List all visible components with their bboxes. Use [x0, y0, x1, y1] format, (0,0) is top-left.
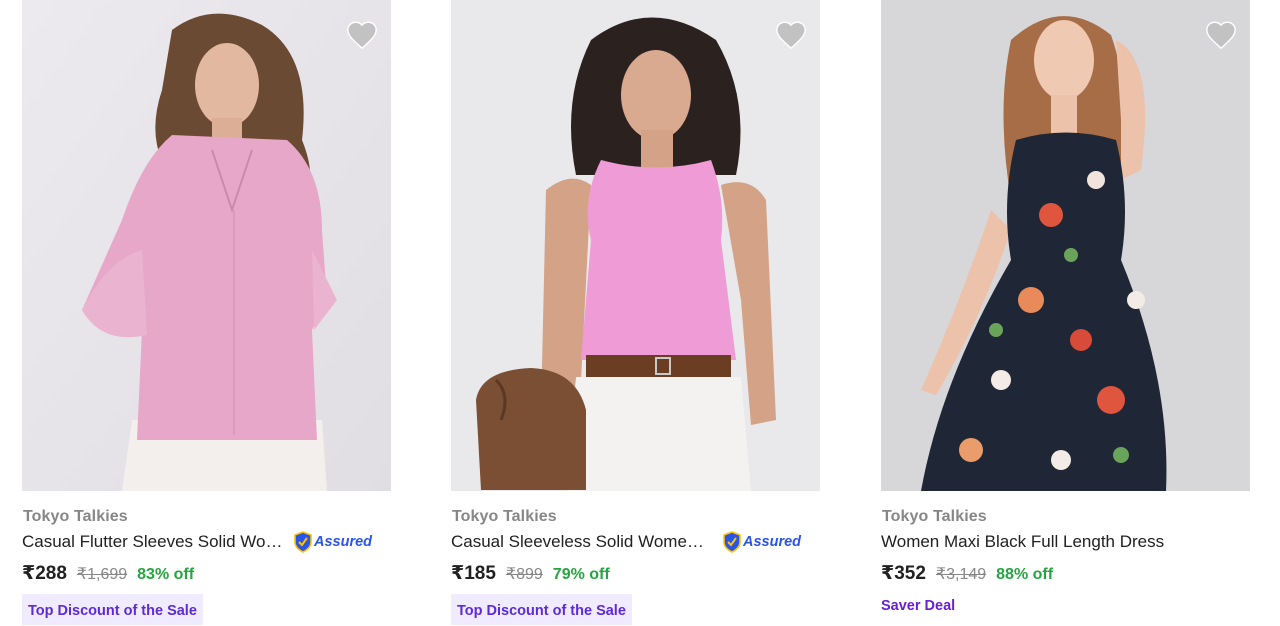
price-row: ₹288 ₹1,699 83% off [22, 562, 194, 586]
brand-name: Tokyo Talkies [452, 508, 557, 525]
shield-icon [723, 531, 741, 553]
original-price: ₹899 [505, 566, 543, 583]
discount-percent: 88% off [996, 566, 1054, 583]
product-title[interactable]: Casual Sleeveless Solid Women Pink Top [451, 532, 713, 552]
brand-name: Tokyo Talkies [23, 508, 128, 525]
deal-tag: Top Discount of the Sale [451, 594, 632, 625]
product-image[interactable] [881, 0, 1250, 491]
shield-icon [294, 531, 312, 553]
discount-percent: 83% off [137, 566, 195, 583]
selling-price: ₹352 [881, 563, 926, 584]
brand-name: Tokyo Talkies [882, 508, 987, 525]
pink-tank-top-photo [451, 0, 820, 491]
title-row: Casual Flutter Sleeves Solid Women Pink … [22, 530, 372, 554]
title-row: Women Maxi Black Full Length Dress [881, 530, 1164, 554]
price-row: ₹185 ₹899 79% off [451, 562, 610, 586]
deal-tag: Saver Deal [881, 598, 956, 614]
pink-top-photo [22, 0, 391, 491]
product-title[interactable]: Casual Flutter Sleeves Solid Women Pink … [22, 532, 284, 552]
product-card[interactable]: Tokyo Talkies Women Maxi Black Full Leng… [881, 0, 1251, 614]
product-grid: Tokyo Talkies Casual Flutter Sleeves Sol… [0, 0, 1280, 626]
assured-label: Assured [314, 534, 373, 550]
wishlist-heart-icon[interactable] [774, 18, 808, 52]
price-row: ₹352 ₹3,149 88% off [881, 562, 1053, 586]
product-card[interactable]: Tokyo Talkies Casual Sleeveless Solid Wo… [451, 0, 821, 625]
product-image[interactable] [22, 0, 391, 491]
wishlist-heart-icon[interactable] [1204, 18, 1238, 52]
assured-badge: Assured [293, 531, 372, 553]
title-row: Casual Sleeveless Solid Women Pink Top A… [451, 530, 801, 554]
product-card[interactable]: Tokyo Talkies Casual Flutter Sleeves Sol… [22, 0, 392, 625]
floral-maxi-dress-photo [881, 0, 1250, 491]
assured-label: Assured [743, 534, 802, 550]
original-price: ₹3,149 [935, 566, 987, 583]
wishlist-heart-icon[interactable] [345, 18, 379, 52]
original-price: ₹1,699 [76, 566, 128, 583]
selling-price: ₹288 [22, 563, 67, 584]
discount-percent: 79% off [552, 566, 610, 583]
deal-tag: Top Discount of the Sale [22, 594, 203, 625]
product-image[interactable] [451, 0, 820, 491]
product-title[interactable]: Women Maxi Black Full Length Dress [881, 532, 1164, 552]
assured-badge: Assured [722, 531, 801, 553]
selling-price: ₹185 [451, 563, 496, 584]
